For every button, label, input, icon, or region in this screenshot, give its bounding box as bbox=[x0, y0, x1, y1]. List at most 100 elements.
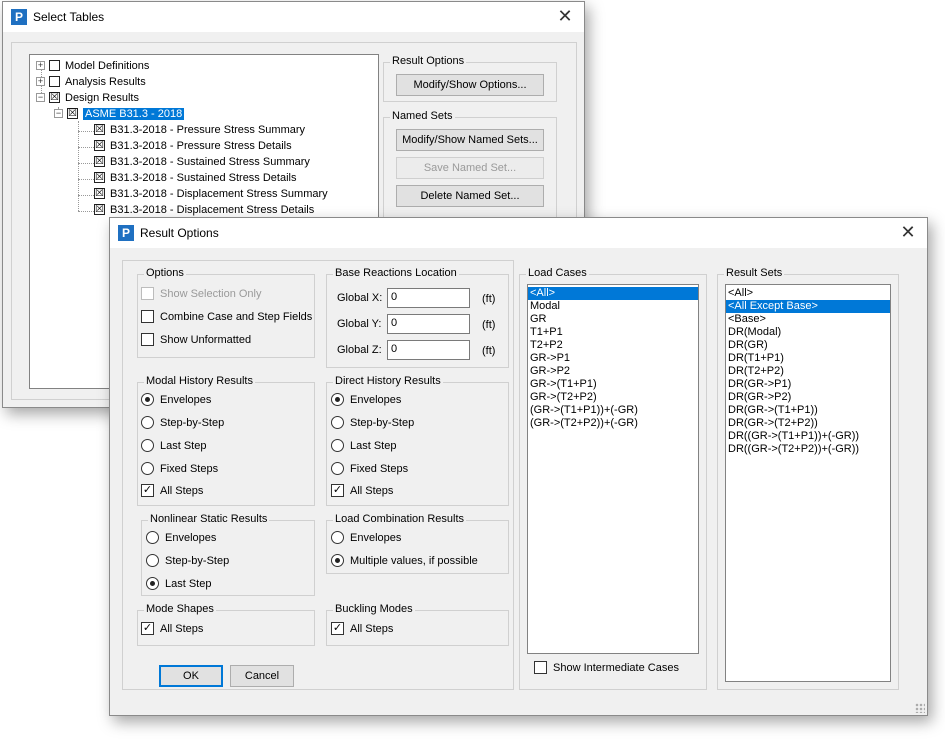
collapse-icon[interactable]: − bbox=[36, 92, 45, 102]
tree-node-table[interactable]: ☒ B31.3-2018 - Pressure Stress Details bbox=[94, 138, 292, 154]
ok-button[interactable]: OK bbox=[159, 665, 223, 687]
tree-guide bbox=[78, 211, 94, 212]
tree-node-table[interactable]: ☒ B31.3-2018 - Pressure Stress Summary bbox=[94, 122, 305, 138]
list-item[interactable]: Modal bbox=[528, 300, 698, 313]
list-item[interactable]: GR->(T2+P2) bbox=[528, 391, 698, 404]
mode-shapes-all-steps-checkbox[interactable]: ✓ All Steps bbox=[141, 621, 203, 638]
direct-last-step-radio[interactable]: Last Step bbox=[331, 438, 396, 455]
app-logo-icon: P bbox=[11, 9, 27, 25]
nonlinear-envelopes-radio[interactable]: Envelopes bbox=[146, 530, 216, 547]
checkbox-icon[interactable]: ☒ bbox=[94, 187, 105, 199]
list-item[interactable]: DR(T2+P2) bbox=[726, 365, 890, 378]
show-intermediate-cases-checkbox[interactable]: Show Intermediate Cases bbox=[534, 660, 679, 677]
direct-all-steps-checkbox[interactable]: ✓ All Steps bbox=[331, 483, 393, 500]
radio-label: Envelopes bbox=[160, 394, 212, 406]
list-item[interactable]: T2+P2 bbox=[528, 339, 698, 352]
list-item[interactable]: DR(GR->(T2+P2)) bbox=[726, 417, 890, 430]
direct-step-by-step-radio[interactable]: Step-by-Step bbox=[331, 415, 414, 432]
global-x-input[interactable]: 0 bbox=[387, 288, 470, 308]
list-item[interactable]: GR->P1 bbox=[528, 352, 698, 365]
list-item[interactable]: DR(Modal) bbox=[726, 326, 890, 339]
list-item[interactable]: <All Except Base> bbox=[726, 300, 890, 313]
global-y-input[interactable]: 0 bbox=[387, 314, 470, 334]
modal-all-steps-checkbox[interactable]: ✓ All Steps bbox=[141, 483, 203, 500]
combine-case-step-checkbox[interactable]: Combine Case and Step Fields bbox=[141, 309, 312, 326]
list-item[interactable]: <Base> bbox=[726, 313, 890, 326]
modify-show-options-button[interactable]: Modify/Show Options... bbox=[396, 74, 544, 96]
show-selection-only-checkbox[interactable]: Show Selection Only bbox=[141, 286, 262, 303]
tree-node-table[interactable]: ☒ B31.3-2018 - Sustained Stress Details bbox=[94, 170, 297, 186]
tree-node-model-definitions[interactable]: + Model Definitions bbox=[36, 58, 149, 74]
tree-node-label: Model Definitions bbox=[65, 60, 150, 72]
checkbox-icon[interactable]: ☒ bbox=[94, 139, 105, 151]
resize-grip-icon[interactable] bbox=[915, 703, 925, 713]
group-label: Named Sets bbox=[390, 110, 455, 122]
checkbox-icon[interactable]: ☒ bbox=[49, 91, 60, 103]
nonlinear-step-by-step-radio[interactable]: Step-by-Step bbox=[146, 553, 229, 570]
checkbox-icon[interactable] bbox=[49, 59, 60, 71]
tree-guide bbox=[78, 131, 94, 132]
tree-node-label: B31.3-2018 - Displacement Stress Details bbox=[110, 204, 315, 216]
modal-step-by-step-radio[interactable]: Step-by-Step bbox=[141, 415, 224, 432]
tree-node-analysis-results[interactable]: + Analysis Results bbox=[36, 74, 146, 90]
list-item[interactable]: GR bbox=[528, 313, 698, 326]
direct-fixed-steps-radio[interactable]: Fixed Steps bbox=[331, 461, 408, 478]
list-item[interactable]: (GR->(T2+P2))+(-GR) bbox=[528, 417, 698, 430]
buckling-all-steps-checkbox[interactable]: ✓ All Steps bbox=[331, 621, 393, 638]
list-item[interactable]: <All> bbox=[726, 287, 890, 300]
delete-named-set-button[interactable]: Delete Named Set... bbox=[396, 185, 544, 207]
group-label: Nonlinear Static Results bbox=[148, 513, 270, 525]
checkbox-icon[interactable]: ☒ bbox=[67, 107, 78, 119]
expand-icon[interactable]: + bbox=[36, 60, 45, 70]
list-item[interactable]: DR(GR->P2) bbox=[726, 391, 890, 404]
modal-envelopes-radio[interactable]: Envelopes bbox=[141, 392, 212, 409]
tree-node-table[interactable]: ☒ B31.3-2018 - Displacement Stress Summar… bbox=[94, 186, 328, 202]
result-sets-list[interactable]: <All> <All Except Base> <Base> DR(Modal)… bbox=[725, 284, 891, 682]
combo-multiple-values-radio[interactable]: Multiple values, if possible bbox=[331, 553, 478, 570]
nonlinear-last-step-radio[interactable]: Last Step bbox=[146, 576, 211, 593]
tree-node-table[interactable]: ☒ B31.3-2018 - Sustained Stress Summary bbox=[94, 154, 310, 170]
select-tables-titlebar[interactable]: P Select Tables ✕ bbox=[3, 2, 584, 32]
checkbox-icon[interactable]: ☒ bbox=[94, 155, 105, 167]
modal-last-step-radio[interactable]: Last Step bbox=[141, 438, 206, 455]
result-options-window: P Result Options ✕ Options Show Selectio… bbox=[109, 217, 928, 716]
list-item[interactable]: GR->(T1+P1) bbox=[528, 378, 698, 391]
direct-envelopes-radio[interactable]: Envelopes bbox=[331, 392, 401, 409]
close-icon[interactable]: ✕ bbox=[554, 5, 576, 27]
result-options-titlebar[interactable]: P Result Options ✕ bbox=[110, 218, 927, 248]
combo-envelopes-radio[interactable]: Envelopes bbox=[331, 530, 401, 547]
list-item[interactable]: <All> bbox=[528, 287, 698, 300]
checkbox-icon[interactable]: ☒ bbox=[94, 123, 105, 135]
close-icon[interactable]: ✕ bbox=[897, 221, 919, 243]
radio-icon bbox=[141, 438, 154, 452]
group-label: Result Options bbox=[390, 55, 467, 67]
list-item[interactable]: T1+P1 bbox=[528, 326, 698, 339]
tree-guide bbox=[78, 163, 94, 164]
cancel-button[interactable]: Cancel bbox=[230, 665, 294, 687]
tree-node-table[interactable]: ☒ B31.3-2018 - Displacement Stress Detail… bbox=[94, 202, 314, 218]
global-z-input[interactable]: 0 bbox=[387, 340, 470, 360]
list-item[interactable]: DR((GR->(T2+P2))+(-GR)) bbox=[726, 443, 890, 456]
list-item[interactable]: GR->P2 bbox=[528, 365, 698, 378]
checkbox-icon[interactable]: ☒ bbox=[94, 171, 105, 183]
checkbox-icon[interactable] bbox=[49, 75, 60, 87]
list-item[interactable]: (GR->(T1+P1))+(-GR) bbox=[528, 404, 698, 417]
list-item[interactable]: DR(GR->(T1+P1)) bbox=[726, 404, 890, 417]
modal-fixed-steps-radio[interactable]: Fixed Steps bbox=[141, 461, 218, 478]
window-title: Select Tables bbox=[33, 10, 105, 24]
expand-icon[interactable]: + bbox=[36, 76, 45, 86]
load-cases-list[interactable]: <All> Modal GR T1+P1 T2+P2 GR->P1 GR->P2… bbox=[527, 284, 699, 654]
list-item[interactable]: DR(GR) bbox=[726, 339, 890, 352]
save-named-set-button[interactable]: Save Named Set... bbox=[396, 157, 544, 179]
show-unformatted-checkbox[interactable]: Show Unformatted bbox=[141, 332, 251, 349]
collapse-icon[interactable]: − bbox=[54, 108, 63, 118]
list-item[interactable]: DR((GR->(T1+P1))+(-GR)) bbox=[726, 430, 890, 443]
tree-node-label: B31.3-2018 - Pressure Stress Summary bbox=[110, 124, 306, 136]
list-item[interactable]: DR(T1+P1) bbox=[726, 352, 890, 365]
tree-node-design-results[interactable]: − ☒ Design Results bbox=[36, 90, 139, 106]
radio-icon bbox=[146, 553, 159, 567]
tree-node-asme-b31-3[interactable]: − ☒ ASME B31.3 - 2018 bbox=[54, 106, 185, 122]
modify-show-named-sets-button[interactable]: Modify/Show Named Sets... bbox=[396, 129, 544, 151]
list-item[interactable]: DR(GR->P1) bbox=[726, 378, 890, 391]
checkbox-icon[interactable]: ☒ bbox=[94, 203, 105, 215]
